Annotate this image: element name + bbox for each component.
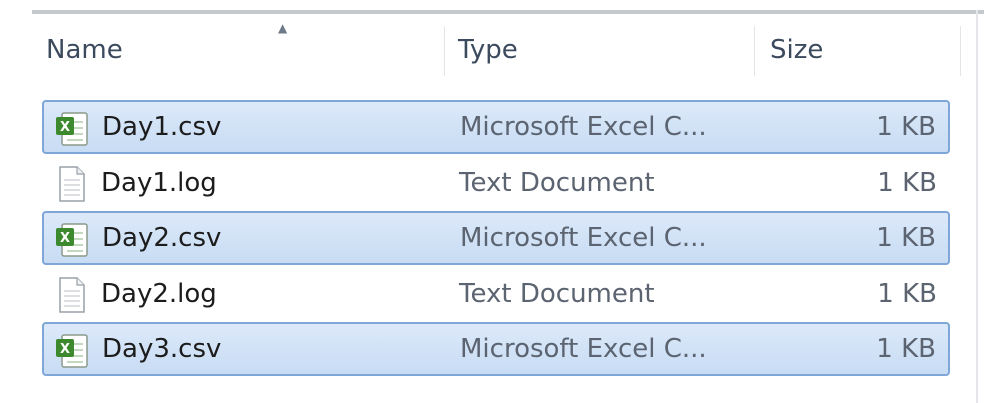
file-size: 1 KB (876, 223, 936, 253)
file-name: Day3.csv (102, 334, 222, 364)
file-type: Text Document (459, 167, 655, 198)
file-row[interactable]: X Day1.csv Microsoft Excel C... 1 KB (42, 100, 950, 154)
file-row[interactable]: Day2.log Text Document 1 KB (42, 267, 950, 321)
file-row[interactable]: Day1.log Text Document 1 KB (42, 156, 950, 210)
column-header-name-label: Name (46, 35, 123, 65)
file-name: Day1.csv (102, 112, 222, 142)
file-size: 1 KB (877, 167, 937, 198)
column-header-type-label: Type (458, 35, 518, 65)
file-type: Text Document (459, 278, 655, 309)
excel-csv-icon: X (54, 110, 90, 148)
column-divider[interactable] (960, 26, 961, 76)
sort-ascending-icon: ▲ (278, 21, 288, 35)
file-row[interactable]: X Day2.csv Microsoft Excel C... 1 KB (42, 211, 950, 265)
text-document-icon (53, 165, 89, 203)
text-document-icon (53, 276, 89, 314)
column-header-row: Name ▲ Type Size (0, 14, 984, 86)
file-row[interactable]: X Day3.csv Microsoft Excel C... 1 KB (42, 322, 950, 376)
file-type: Microsoft Excel C... (460, 223, 707, 253)
column-divider[interactable] (444, 26, 445, 76)
svg-text:X: X (60, 342, 70, 357)
column-header-name[interactable]: Name ▲ (46, 14, 444, 86)
file-name: Day2.csv (102, 223, 222, 253)
file-size: 1 KB (876, 334, 936, 364)
file-type: Microsoft Excel C... (460, 112, 707, 142)
column-header-size[interactable]: Size (770, 14, 960, 86)
column-header-size-label: Size (770, 35, 824, 65)
file-name: Day1.log (101, 167, 217, 198)
file-list-view: Name ▲ Type Size X Day1.csv Microsoft Exce… (0, 0, 984, 403)
file-name: Day2.log (101, 278, 217, 309)
svg-text:X: X (60, 231, 70, 246)
svg-text:X: X (60, 120, 70, 135)
excel-csv-icon: X (54, 332, 90, 370)
file-size: 1 KB (877, 278, 937, 309)
column-header-type[interactable]: Type (458, 14, 754, 86)
excel-csv-icon: X (54, 221, 90, 259)
file-type: Microsoft Excel C... (460, 334, 707, 364)
file-size: 1 KB (876, 112, 936, 142)
column-divider[interactable] (754, 26, 755, 76)
